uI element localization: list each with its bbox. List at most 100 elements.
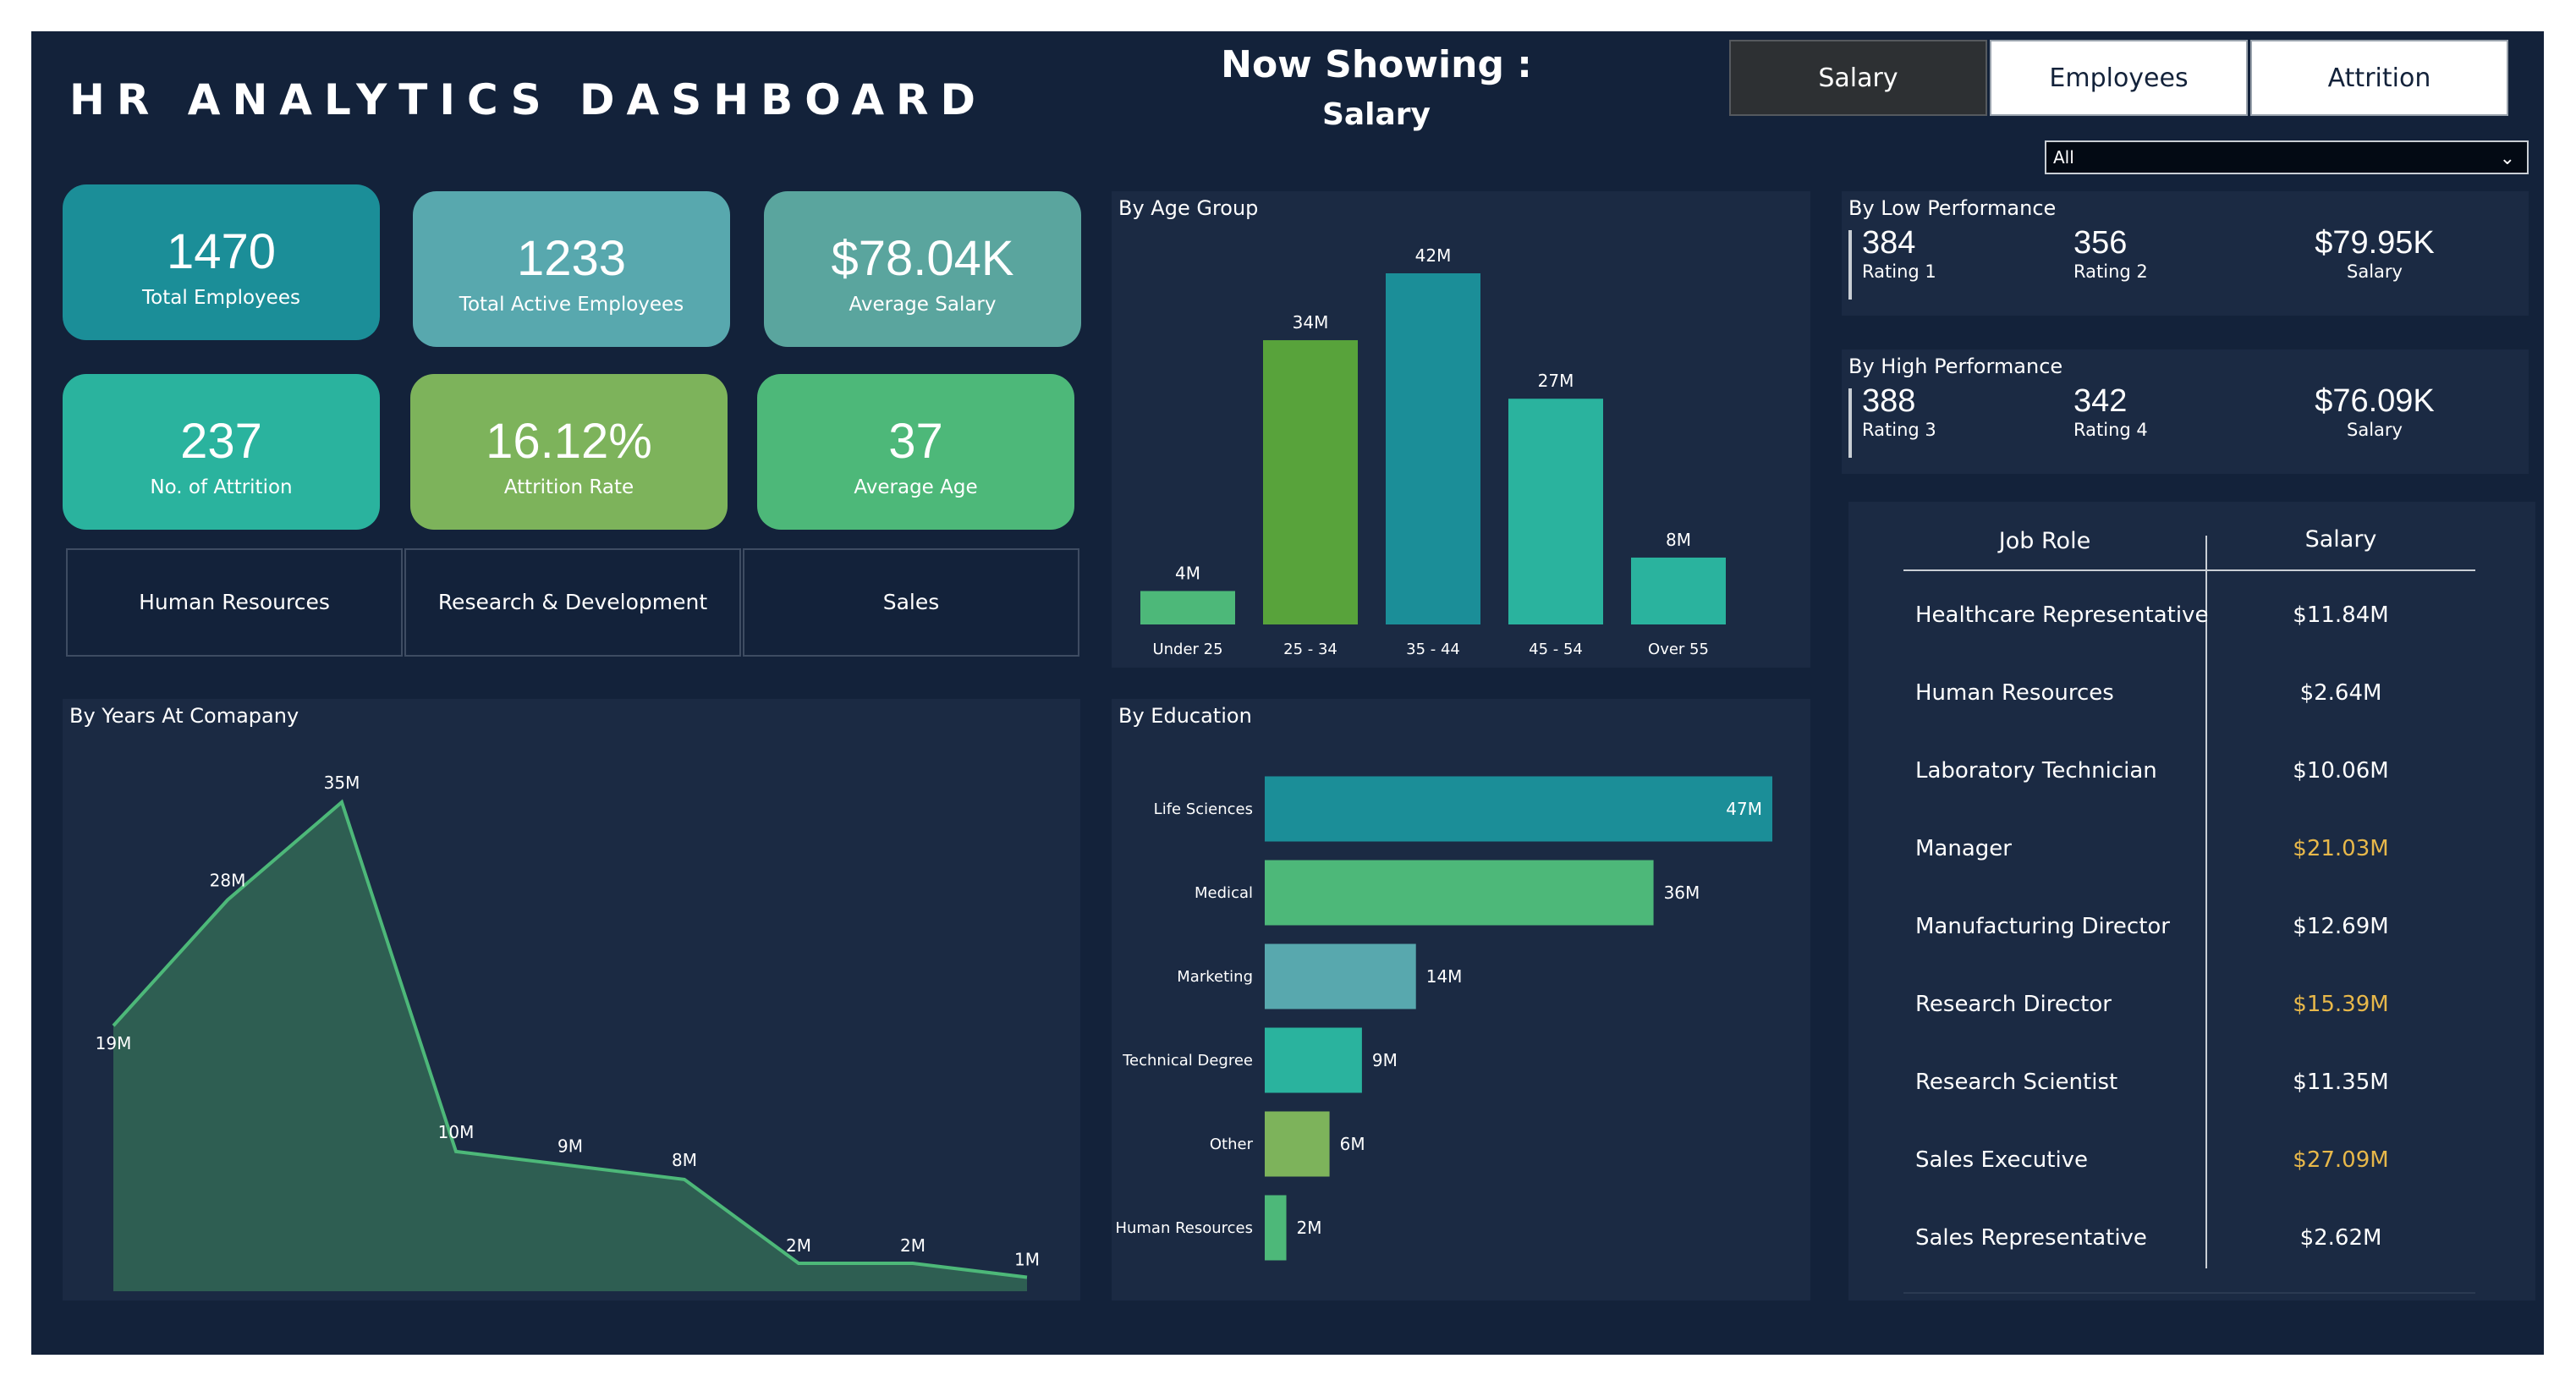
kpi-value: 237 xyxy=(180,414,262,469)
filter-dropdown[interactable]: All ⌄ xyxy=(2045,140,2529,174)
table-cell-salary: $27.09M xyxy=(2293,1147,2389,1173)
age-tick-label: Under 25 xyxy=(1152,641,1222,658)
metric-value: 388 xyxy=(1862,383,1916,419)
high-salary: $76.09K Salary xyxy=(2282,383,2468,440)
table-cell-job-role: Manager xyxy=(1915,836,2012,861)
age-group-panel: By Age Group 4M Under 25 34M 25 - 34 42M 35 -… xyxy=(1112,191,1810,668)
table-cell-job-role: Manufacturing Director xyxy=(1915,914,2170,939)
tab-salary[interactable]: Salary xyxy=(1729,40,1987,116)
years-point-label: 28M xyxy=(210,871,246,891)
kpi-value: 1470 xyxy=(166,224,277,279)
high-performance-title: By High Performance xyxy=(1848,355,2063,378)
now-showing-label: Now Showing : xyxy=(1221,43,1532,86)
kpi-average-age: 37 Average Age xyxy=(757,374,1074,530)
dept-button-sales[interactable]: Sales xyxy=(743,548,1079,657)
age-bar xyxy=(1508,399,1603,624)
kpi-active-employees: 1233 Total Active Employees xyxy=(413,191,730,347)
table-header-job-role: Job Role xyxy=(1998,528,2091,554)
education-bar xyxy=(1265,1195,1287,1261)
table-cell-job-role: Research Scientist xyxy=(1915,1070,2118,1095)
kpi-total-employees: 1470 Total Employees xyxy=(63,184,380,340)
low-rating-1: 384 Rating 1 xyxy=(1862,225,1936,282)
table-cell-salary: $2.62M xyxy=(2299,1225,2382,1251)
divider xyxy=(1848,388,1852,458)
education-bar-label: 47M xyxy=(1726,799,1762,819)
age-group-chart: 4M Under 25 34M 25 - 34 42M 35 - 44 27M 45 - 54… xyxy=(1140,245,1726,658)
age-bar xyxy=(1263,340,1358,624)
education-bar xyxy=(1265,943,1416,1009)
low-performance-panel: By Low Performance 384 Rating 1 356 Rati… xyxy=(1842,191,2529,316)
table-cell-job-role: Human Resources xyxy=(1915,680,2114,706)
kpi-value: $78.04K xyxy=(831,231,1014,286)
education-category-label: Life Sciences xyxy=(1154,800,1253,818)
education-bar xyxy=(1265,1111,1330,1177)
high-rating-4: 342 Rating 4 xyxy=(2073,383,2148,440)
years-point-label: 35M xyxy=(324,773,360,793)
kpi-label: Total Employees xyxy=(142,287,300,309)
education-category-label: Medical xyxy=(1195,884,1253,902)
metric-value: 356 xyxy=(2073,225,2128,261)
age-bar-label: 42M xyxy=(1415,245,1452,266)
kpi-average-salary: $78.04K Average Salary xyxy=(764,191,1081,347)
years-point-label: 19M xyxy=(96,1033,132,1053)
table-cell-job-role: Research Director xyxy=(1915,992,2112,1017)
metric-label: Rating 3 xyxy=(1862,420,1936,440)
table-cell-job-role: Laboratory Technician xyxy=(1915,758,2157,784)
education-bar-label: 14M xyxy=(1426,966,1463,987)
low-performance-title: By Low Performance xyxy=(1848,196,2057,220)
table-cell-salary: $21.03M xyxy=(2293,836,2389,861)
table-cell-salary: $12.69M xyxy=(2293,914,2389,939)
metric-value: 342 xyxy=(2073,383,2128,419)
age-bar xyxy=(1631,557,1726,624)
now-showing-value: Salary xyxy=(1321,97,1431,132)
education-category-label: Marketing xyxy=(1177,968,1253,986)
years-point-label: 2M xyxy=(900,1235,925,1256)
table-cell-salary: $11.84M xyxy=(2293,602,2389,628)
kpi-label: Average Salary xyxy=(849,294,997,316)
dept-button-research-development[interactable]: Research & Development xyxy=(404,548,741,657)
table-cell-job-role: Sales Executive xyxy=(1915,1147,2089,1173)
years-point-label: 8M xyxy=(672,1150,697,1170)
years-point-label: 10M xyxy=(438,1122,475,1142)
years-point-label: 9M xyxy=(557,1136,583,1156)
education-panel: By Education Life Sciences 47M Medical 36M M… xyxy=(1112,699,1810,1301)
education-bar-label: 2M xyxy=(1297,1218,1322,1238)
metric-value: $76.09K xyxy=(2315,383,2435,419)
age-bar xyxy=(1386,273,1480,624)
metric-label: Salary xyxy=(2347,420,2403,440)
education-bar xyxy=(1265,776,1772,842)
education-category-label: Technical Degree xyxy=(1122,1052,1253,1070)
table-cell-salary: $11.35M xyxy=(2293,1070,2389,1095)
kpi-attrition-rate: 16.12% Attrition Rate xyxy=(410,374,728,530)
dashboard-title: HR ANALYTICS DASHBOARD xyxy=(69,75,988,124)
age-bar-label: 34M xyxy=(1293,312,1329,333)
low-rating-2: 356 Rating 2 xyxy=(2073,225,2148,282)
years-area-fill xyxy=(113,802,1027,1291)
kpi-value: 37 xyxy=(888,414,943,469)
education-bar-label: 6M xyxy=(1340,1134,1365,1154)
tab-attrition[interactable]: Attrition xyxy=(2250,40,2508,116)
table-column-divider xyxy=(2205,536,2207,1268)
education-chart: Life Sciences 47M Medical 36M Marketing 14M Te… xyxy=(1115,776,1772,1261)
metric-label: Rating 1 xyxy=(1862,261,1936,282)
tab-employees[interactable]: Employees xyxy=(1990,40,2248,116)
age-bar-label: 27M xyxy=(1538,371,1574,391)
years-panel: By Years At Comapany 19M1 - 228M3 - 535M… xyxy=(63,699,1080,1301)
years-point-label: 1M xyxy=(1014,1249,1040,1269)
kpi-label: Average Age xyxy=(854,476,978,498)
years-point-label: 2M xyxy=(786,1235,811,1256)
age-tick-label: Over 55 xyxy=(1648,641,1709,658)
education-bar xyxy=(1265,1027,1362,1093)
table-cell-salary: $10.06M xyxy=(2293,758,2389,784)
dept-button-human-resources[interactable]: Human Resources xyxy=(66,548,403,657)
table-header-divider xyxy=(1903,569,2475,571)
age-tick-label: 45 - 54 xyxy=(1529,641,1583,658)
age-bar xyxy=(1140,591,1235,624)
table-cell-job-role: Healthcare Representative xyxy=(1915,602,2209,628)
kpi-label: No. of Attrition xyxy=(150,476,293,498)
age-bar-label: 4M xyxy=(1175,563,1200,583)
metric-value: $79.95K xyxy=(2315,225,2435,261)
filter-selected-value: All xyxy=(2053,147,2074,168)
age-bar-label: 8M xyxy=(1666,530,1691,550)
divider xyxy=(1848,230,1852,300)
